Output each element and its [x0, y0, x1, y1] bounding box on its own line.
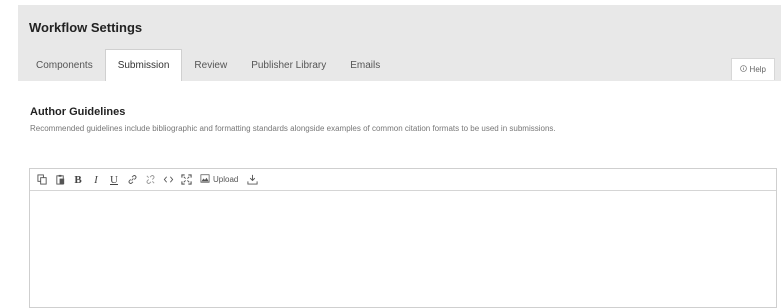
help-button[interactable]: Help — [730, 58, 775, 80]
page-title: Workflow Settings — [29, 20, 143, 35]
upload-button[interactable]: Upload — [196, 171, 242, 189]
tab-emails[interactable]: Emails — [338, 49, 392, 81]
fullscreen-icon[interactable] — [178, 171, 194, 189]
bold-button[interactable]: B — [70, 171, 86, 189]
paste-icon[interactable] — [52, 171, 68, 189]
section-title: Author Guidelines — [30, 106, 126, 118]
help-label: Help — [749, 65, 766, 74]
upload-label: Upload — [213, 175, 239, 184]
settings-header: Workflow Settings Components Submission … — [18, 5, 781, 81]
code-icon[interactable] — [160, 171, 176, 189]
italic-button[interactable]: I — [88, 171, 104, 189]
tab-review[interactable]: Review — [182, 49, 239, 81]
download-icon[interactable] — [244, 171, 260, 189]
link-icon[interactable] — [124, 171, 140, 189]
section-description: Recommended guidelines include bibliogra… — [30, 124, 556, 133]
editor-content-area[interactable] — [30, 191, 776, 307]
rich-text-editor: B I U Upload — [29, 168, 777, 308]
copy-icon[interactable] — [34, 171, 50, 189]
tab-publisher-library[interactable]: Publisher Library — [239, 49, 338, 81]
tab-bar: Components Submission Review Publisher L… — [24, 49, 392, 81]
underline-button[interactable]: U — [106, 171, 122, 189]
unlink-icon[interactable] — [142, 171, 158, 189]
info-icon — [739, 65, 747, 74]
editor-toolbar: B I U Upload — [30, 169, 776, 191]
image-icon — [200, 174, 210, 185]
tab-submission[interactable]: Submission — [104, 49, 183, 81]
tab-components[interactable]: Components — [24, 49, 105, 81]
